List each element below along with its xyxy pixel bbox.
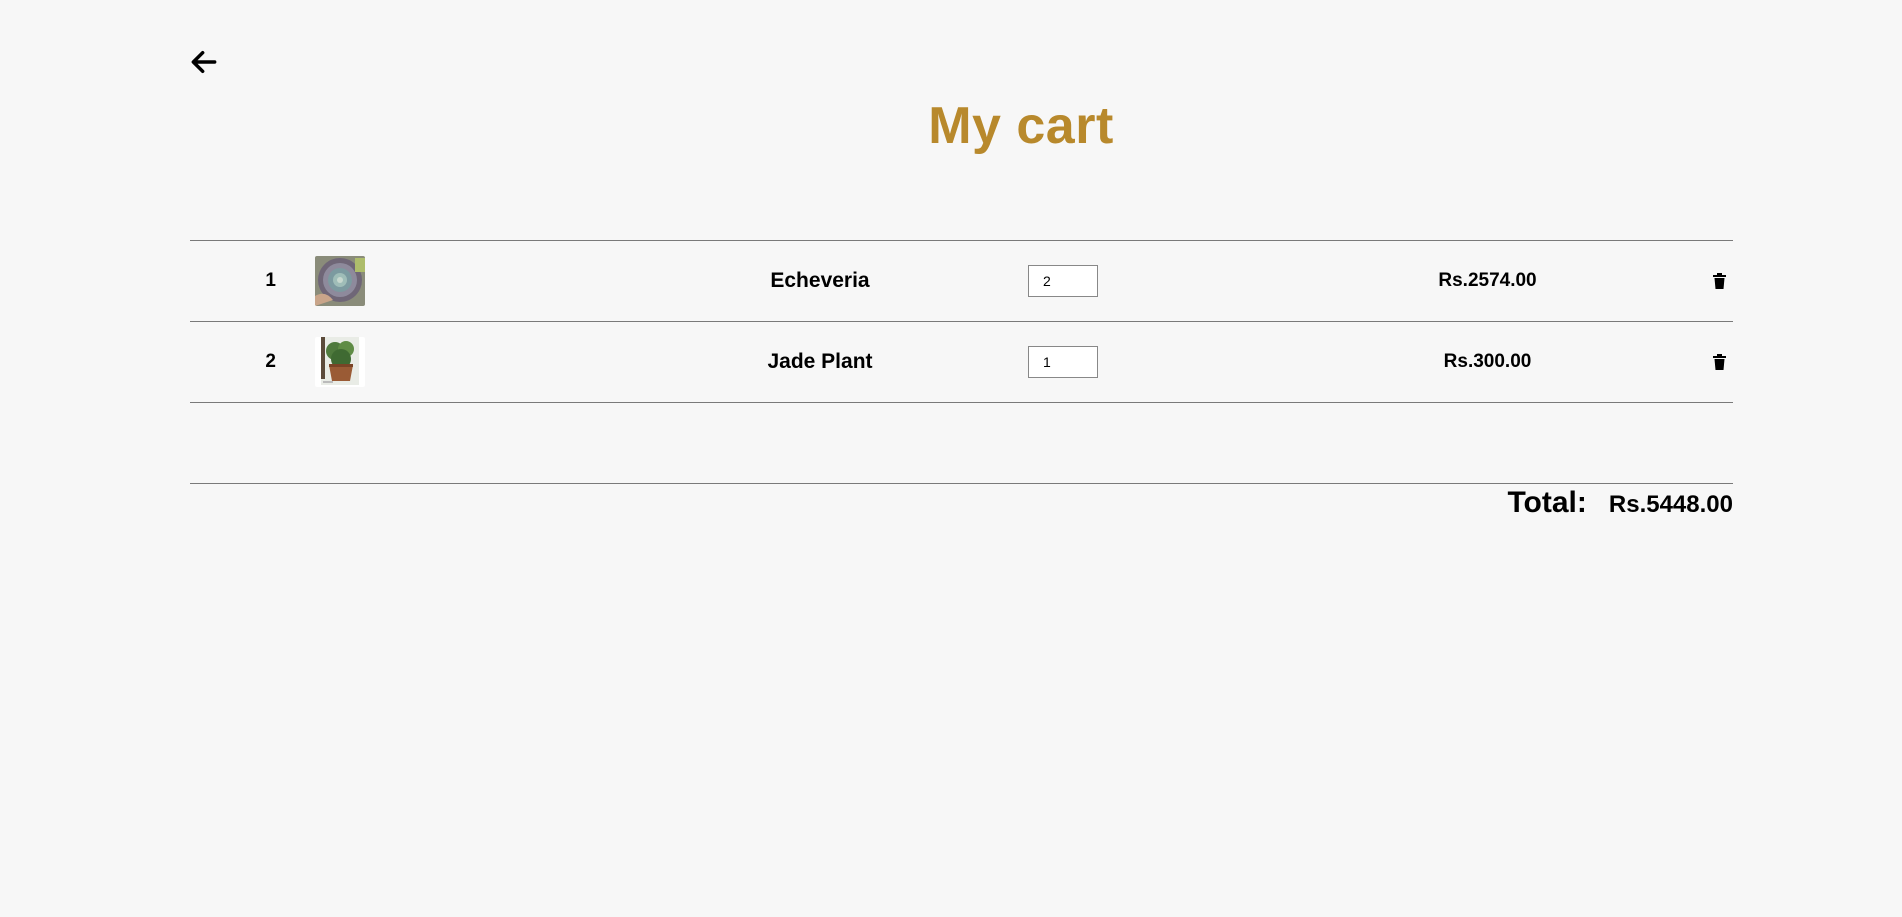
cart-page: My cart 1 Echeveria 2 Rs.2574.00 2 Jade … <box>0 0 1902 917</box>
page-title: My cart <box>928 97 1114 155</box>
trash-icon <box>1712 354 1726 370</box>
product-image <box>315 256 365 306</box>
total-label: Total: <box>1507 486 1587 519</box>
cart-total: Total: Rs.5448.00 <box>1400 486 1733 520</box>
quantity-input[interactable] <box>1028 346 1098 378</box>
quantity-input[interactable] <box>1028 265 1098 297</box>
item-price: Rs.2574.00 <box>1438 270 1537 291</box>
total-value: Rs.5448.00 <box>1608 491 1733 518</box>
item-index: 1 <box>265 270 276 291</box>
item-name: Echeveria <box>770 269 870 292</box>
table-row: 1 Echeveria 2 Rs.2574.00 <box>190 241 1733 322</box>
delete-item-button[interactable] <box>1708 322 1730 402</box>
item-price: Rs.300.00 <box>1443 351 1532 372</box>
back-button[interactable] <box>186 44 222 80</box>
trash-icon <box>1712 273 1726 289</box>
delete-item-button[interactable] <box>1708 241 1730 321</box>
table-footer-divider <box>190 403 1733 484</box>
table-row: 2 Jade Plant 1 Rs.300.00 <box>190 322 1733 403</box>
arrow-left-icon <box>191 50 217 74</box>
item-name: Jade Plant <box>767 350 873 373</box>
item-index: 2 <box>265 351 276 372</box>
product-image <box>315 337 365 387</box>
cart-table: 1 Echeveria 2 Rs.2574.00 2 Jade Plant 1 … <box>190 240 1733 484</box>
